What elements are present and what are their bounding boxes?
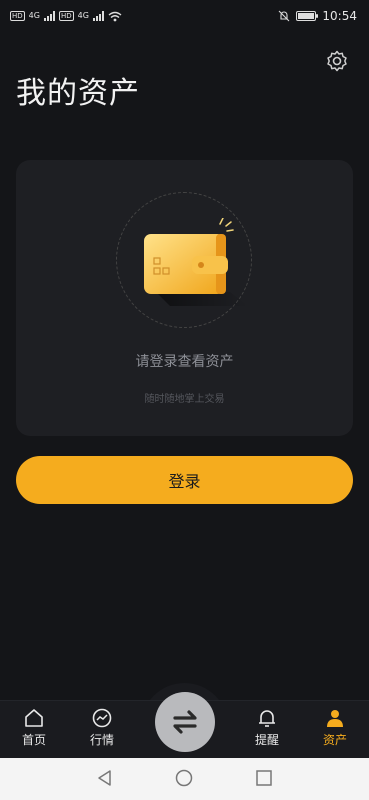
status-bar: HD 4G HD 4G 10:54 — [0, 0, 369, 32]
user-icon — [327, 710, 343, 727]
hd-icon-2: HD — [58, 11, 74, 21]
tab-alerts[interactable]: 提醒 — [237, 707, 297, 748]
tab-assets[interactable]: 资产 — [305, 707, 365, 748]
bell-icon — [259, 710, 275, 727]
back-icon[interactable] — [96, 769, 114, 787]
swap-button[interactable] — [155, 692, 215, 752]
net-label: 4G — [28, 11, 40, 20]
swap-icon — [173, 710, 197, 734]
tab-market-label: 行情 — [89, 733, 114, 747]
login-subhint: 随时随地掌上交易 — [144, 394, 225, 405]
home-nav-icon[interactable] — [175, 769, 193, 787]
net-label-2: 4G — [77, 11, 89, 20]
status-right: 10:54 — [278, 9, 357, 23]
wifi-icon — [108, 11, 122, 21]
wallet-icon — [144, 218, 248, 306]
asset-card: 请登录查看资产 随时随地掌上交易 — [16, 160, 353, 436]
tab-home-label: 首页 — [21, 733, 46, 747]
signal-icon — [43, 11, 55, 21]
gear-icon[interactable] — [325, 49, 349, 73]
recents-icon[interactable] — [255, 769, 273, 787]
login-hint: 请登录查看资产 — [135, 354, 234, 370]
chart-icon — [92, 708, 112, 728]
status-time: 10:54 — [322, 9, 357, 23]
signal-icon-2 — [92, 11, 104, 21]
status-left: HD 4G HD 4G — [10, 11, 122, 22]
login-button[interactable]: 登录 — [16, 456, 353, 504]
mute-bell-icon — [279, 10, 290, 22]
tab-alerts-label: 提醒 — [254, 733, 279, 747]
tab-home[interactable]: 首页 — [4, 707, 64, 748]
page-title: 我的资产 — [16, 76, 140, 111]
home-icon — [25, 709, 43, 727]
tab-market[interactable]: 行情 — [72, 707, 132, 748]
tab-assets-label: 资产 — [322, 733, 347, 747]
login-button-label: 登录 — [168, 472, 201, 491]
battery-icon — [296, 11, 319, 21]
system-nav-bar — [0, 758, 369, 800]
hd-icon: HD — [10, 11, 25, 21]
